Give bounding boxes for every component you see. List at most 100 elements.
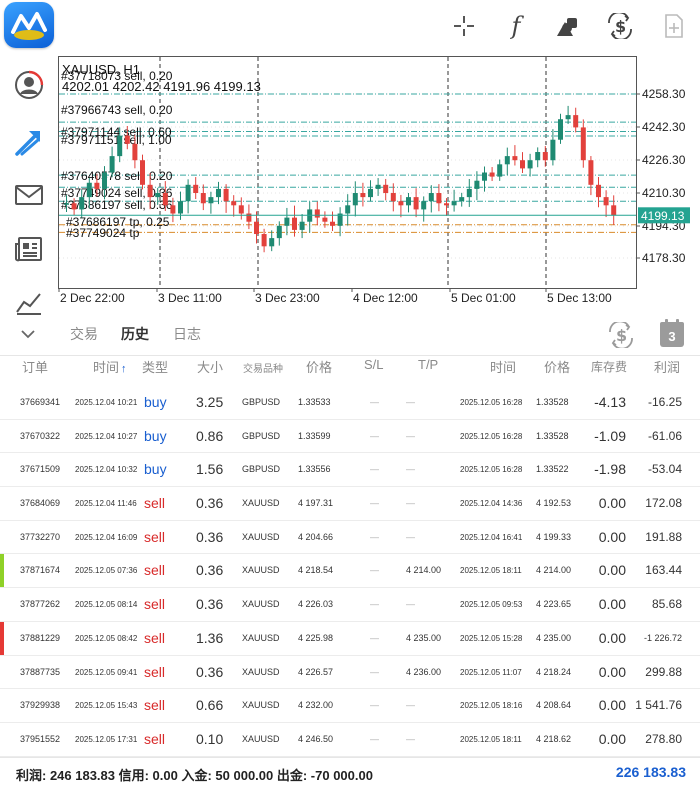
candle-body bbox=[231, 201, 237, 206]
calendar-period-icon[interactable]: 3 bbox=[660, 318, 686, 348]
cell-symbol: XAUUSD bbox=[242, 733, 280, 744]
col-close-time[interactable]: 时间 bbox=[490, 357, 516, 376]
x-tick-label: 4 Dec 12:00 bbox=[353, 291, 418, 305]
trade-filter-icon[interactable]: $ bbox=[606, 320, 636, 350]
cell-profit: 163.44 bbox=[645, 563, 682, 578]
candle-body bbox=[292, 217, 297, 230]
candle-body bbox=[314, 209, 320, 218]
cell-open-time: 2025.12.05 07:36 bbox=[75, 566, 138, 576]
cell-symbol: XAUUSD bbox=[242, 599, 280, 610]
col-sl[interactable]: S/L bbox=[364, 357, 384, 372]
candle-body bbox=[573, 115, 579, 128]
order-label: #37686197 sell, 0.36 bbox=[61, 198, 173, 212]
order-label: #37971151 sell, 1.00 bbox=[61, 133, 172, 147]
candle-body bbox=[466, 188, 472, 198]
cell-volume: 3.25 bbox=[196, 394, 224, 410]
cell-volume: 0.36 bbox=[196, 495, 224, 512]
cell-close-time: 2025.12.05 11:07 bbox=[460, 667, 522, 677]
price-chart[interactable]: #37718073 sell, 0.20 #37966743 sell, 0.20… bbox=[58, 56, 700, 308]
news-icon[interactable] bbox=[6, 226, 52, 272]
table-row[interactable]: 37929938 2025.12.05 15:43 sell 0.66 XAUUSD 4 … bbox=[0, 689, 700, 723]
cell-open-price: 4 197.31 bbox=[298, 498, 334, 509]
candle-body bbox=[124, 135, 130, 144]
candle-body bbox=[71, 203, 77, 210]
metatrader-logo-icon[interactable] bbox=[4, 2, 54, 48]
cell-tp: — bbox=[406, 464, 415, 475]
mail-icon[interactable] bbox=[6, 172, 52, 218]
sidebar bbox=[0, 58, 58, 315]
col-volume[interactable]: 大小 bbox=[197, 357, 223, 376]
cell-open-time: 2025.12.04 11:46 bbox=[75, 499, 137, 509]
cell-tp: 4 214.00 bbox=[406, 565, 442, 576]
new-order-icon[interactable] bbox=[656, 8, 692, 44]
candle-body bbox=[368, 188, 373, 198]
chart-ohlc-label: 4202.01 4202.42 4191.96 4199.13 bbox=[62, 79, 261, 94]
y-tick-label: 4210.30 bbox=[642, 186, 686, 200]
trade-arrows-icon[interactable] bbox=[6, 120, 52, 166]
table-row[interactable]: 37877262 2025.12.05 08:14 sell 0.36 XAUUSD 4 … bbox=[0, 588, 700, 622]
cell-profit: -61.06 bbox=[647, 428, 682, 443]
col-close-price[interactable]: 价格 bbox=[544, 357, 570, 376]
col-time[interactable]: 时间 ↑ bbox=[93, 357, 127, 376]
cell-symbol: XAUUSD bbox=[242, 498, 280, 509]
candle-body bbox=[436, 193, 442, 204]
candle-body bbox=[390, 193, 396, 202]
table-row[interactable]: 37732270 2025.12.04 16:09 sell 0.36 XAUUSD 4 … bbox=[0, 521, 700, 555]
x-tick-label: 3 Dec 11:00 bbox=[158, 291, 222, 305]
cell-close-price: 4 223.65 bbox=[536, 599, 572, 610]
cell-volume: 0.36 bbox=[196, 528, 224, 545]
col-swap[interactable]: 库存费 bbox=[591, 358, 627, 375]
col-tp[interactable]: T/P bbox=[418, 357, 438, 372]
candle-body bbox=[109, 156, 115, 173]
col-type[interactable]: 类型 bbox=[142, 357, 168, 376]
candle-body bbox=[383, 184, 389, 194]
cell-profit: -16.25 bbox=[647, 395, 682, 409]
tab-trade[interactable]: 交易 bbox=[70, 324, 98, 344]
cell-open-time: 2025.12.04 16:09 bbox=[75, 532, 138, 542]
table-row[interactable]: 37951552 2025.12.05 17:31 sell 0.10 XAUUSD 4 … bbox=[0, 723, 700, 757]
cell-type: sell bbox=[144, 495, 166, 512]
y-tick-label: 4242.30 bbox=[642, 120, 686, 134]
cell-volume: 0.10 bbox=[196, 730, 224, 747]
tab-journal[interactable]: 日志 bbox=[173, 324, 201, 344]
table-row[interactable]: 37671509 2025.12.04 10:32 buy 1.56 GBPUSD 1.3… bbox=[0, 453, 700, 488]
chevron-down-icon[interactable] bbox=[16, 322, 40, 346]
candle-body bbox=[64, 203, 69, 205]
candle-body bbox=[140, 160, 145, 185]
candle-body bbox=[208, 197, 214, 204]
cell-swap: 0.00 bbox=[598, 663, 626, 680]
table-row[interactable]: 37887735 2025.12.05 09:41 sell 0.36 XAUUSD 4 … bbox=[0, 656, 700, 690]
function-icon[interactable]: f bbox=[498, 8, 534, 44]
col-symbol[interactable]: 交易品种 bbox=[243, 360, 283, 375]
candle-body bbox=[254, 221, 259, 235]
cell-sl: — bbox=[370, 666, 379, 677]
cell-type: sell bbox=[144, 562, 166, 579]
col-profit[interactable]: 利润 bbox=[654, 357, 680, 376]
table-row[interactable]: 37669341 2025.12.04 10:21 buy 3.25 GBPUSD 1.3… bbox=[0, 386, 700, 420]
cell-open-price: 4 226.03 bbox=[298, 599, 334, 610]
candle-body bbox=[79, 197, 85, 210]
candle-body bbox=[276, 225, 282, 239]
cell-close-time: 2025.12.05 18:11 bbox=[460, 566, 522, 576]
y-tick-label: 4258.30 bbox=[642, 87, 686, 101]
account-icon[interactable] bbox=[6, 62, 52, 108]
table-row[interactable]: 37881229 2025.12.05 08:42 sell 1.36 XAUUSD 4 … bbox=[0, 621, 700, 656]
tab-history[interactable]: 历史 bbox=[121, 324, 149, 344]
cell-close-time: 2025.12.05 09:53 bbox=[460, 600, 523, 610]
table-row[interactable]: 37684069 2025.12.04 11:46 sell 0.36 XAUUSD 4 … bbox=[0, 487, 700, 521]
cell-close-time: 2025.12.05 16:28 bbox=[460, 398, 523, 407]
chart-symbol-label: XAUUSD, H1 bbox=[62, 62, 141, 77]
col-price[interactable]: 价格 bbox=[306, 357, 332, 376]
candle-body bbox=[527, 160, 533, 169]
trade-icon[interactable]: $ bbox=[602, 8, 638, 44]
col-order[interactable]: 订单 bbox=[22, 357, 48, 376]
crosshair-icon[interactable] bbox=[446, 8, 482, 44]
candle-body bbox=[580, 127, 586, 161]
objects-icon[interactable] bbox=[550, 8, 586, 44]
cell-type: buy bbox=[144, 394, 167, 410]
cell-order: 37877262 bbox=[20, 599, 61, 610]
table-row[interactable]: 37670322 2025.12.04 10:27 buy 0.86 GBPUSD 1.3… bbox=[0, 420, 700, 454]
table-row[interactable]: 37871674 2025.12.05 07:36 sell 0.36 XAUUSD 4 … bbox=[0, 554, 700, 589]
cell-sl: — bbox=[370, 397, 379, 407]
candle-body bbox=[398, 201, 404, 206]
